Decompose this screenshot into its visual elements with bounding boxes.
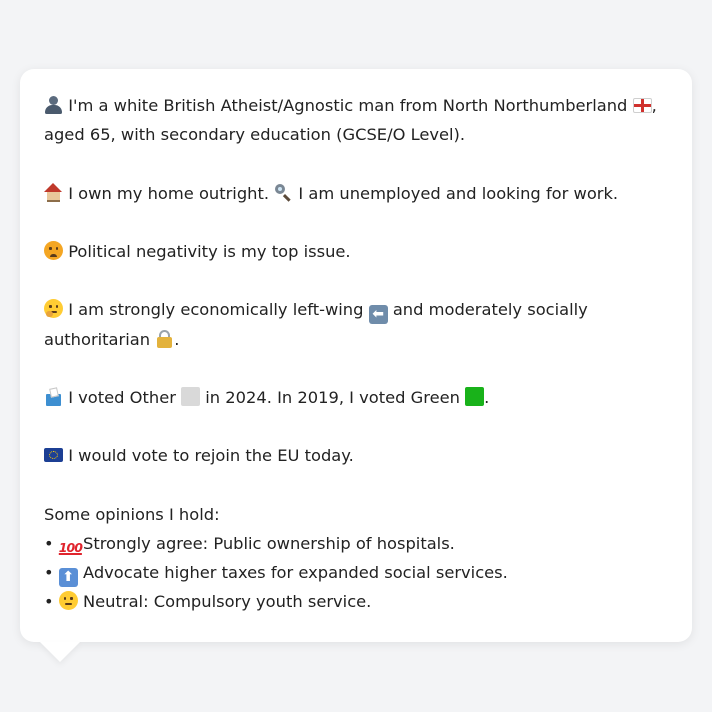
eu-paragraph: I would vote to rejoin the EU today. [44, 441, 668, 470]
angry-face-icon [44, 240, 63, 260]
social-period: . [174, 329, 180, 349]
employment-text: I am unemployed and looking for work. [298, 183, 619, 203]
top-issue-paragraph: Political negativity is my top issue. [44, 237, 668, 266]
bullet: • [44, 592, 54, 612]
opinion-text: Strongly agree: Public ownership of hosp… [82, 533, 455, 553]
list-item: • ⬆ Advocate higher taxes for expanded s… [44, 558, 668, 588]
bullet: • [44, 563, 54, 583]
intro-text-line2: aged 65, with secondary education (GCSE/… [44, 125, 466, 145]
eu-flag-icon [44, 448, 63, 463]
bullet: • [44, 533, 54, 553]
economic-text: I am strongly economically left-wing [68, 300, 364, 320]
opinion-text: Neutral: Compulsory youth service. [82, 592, 372, 612]
list-item: • 100 Strongly agree: Public ownership o… [44, 529, 668, 558]
green-square-icon [465, 386, 485, 406]
intro-paragraph: I'm a white British Atheist/Agnostic man… [44, 91, 668, 149]
home-text: I own my home outright. [68, 183, 270, 203]
voting-paragraph: I voted Other in 2024. In 2019, I voted … [44, 383, 668, 412]
intro-comma: , [651, 96, 657, 115]
england-flag-icon [632, 98, 652, 113]
top-issue-text: Political negativity is my top issue. [68, 241, 351, 261]
house-icon [44, 182, 63, 202]
left-arrow-icon: ⬅ [368, 305, 388, 325]
white-square-icon [181, 386, 201, 406]
thinking-face-icon [44, 299, 63, 319]
opinion-text: Advocate higher taxes for expanded socia… [82, 563, 508, 583]
list-item: • Neutral: Compulsory youth service. [44, 587, 668, 616]
vote-2024-text: I voted Other [68, 387, 176, 407]
person-icon [44, 95, 63, 114]
vote-2019-text: in 2024. In 2019, I voted Green [205, 387, 460, 407]
eu-text: I would vote to rejoin the EU today. [68, 446, 354, 466]
bubble-tail [40, 642, 80, 662]
vote-period: . [484, 387, 490, 407]
opinions-heading: Some opinions I hold: [44, 504, 220, 524]
neutral-face-icon [58, 591, 78, 611]
ideology-paragraph: I am strongly economically left-wing ⬅ a… [44, 295, 668, 353]
lock-icon [155, 329, 174, 348]
hundred-icon: 100 [58, 539, 83, 555]
social-text: and moderately socially [392, 300, 588, 320]
ballot-box-icon [44, 387, 63, 406]
home-employment-paragraph: I own my home outright. I am unemployed … [44, 179, 668, 208]
intro-text: I'm a white British Atheist/Agnostic man… [68, 96, 628, 115]
magnifier-icon [274, 183, 293, 202]
opinions-section: Some opinions I hold: • 100 Strongly agr… [44, 500, 668, 617]
up-arrow-icon: ⬆ [58, 568, 78, 588]
social-text-line2: authoritarian [44, 329, 151, 349]
persona-message-bubble: I'm a white British Atheist/Agnostic man… [20, 69, 692, 642]
